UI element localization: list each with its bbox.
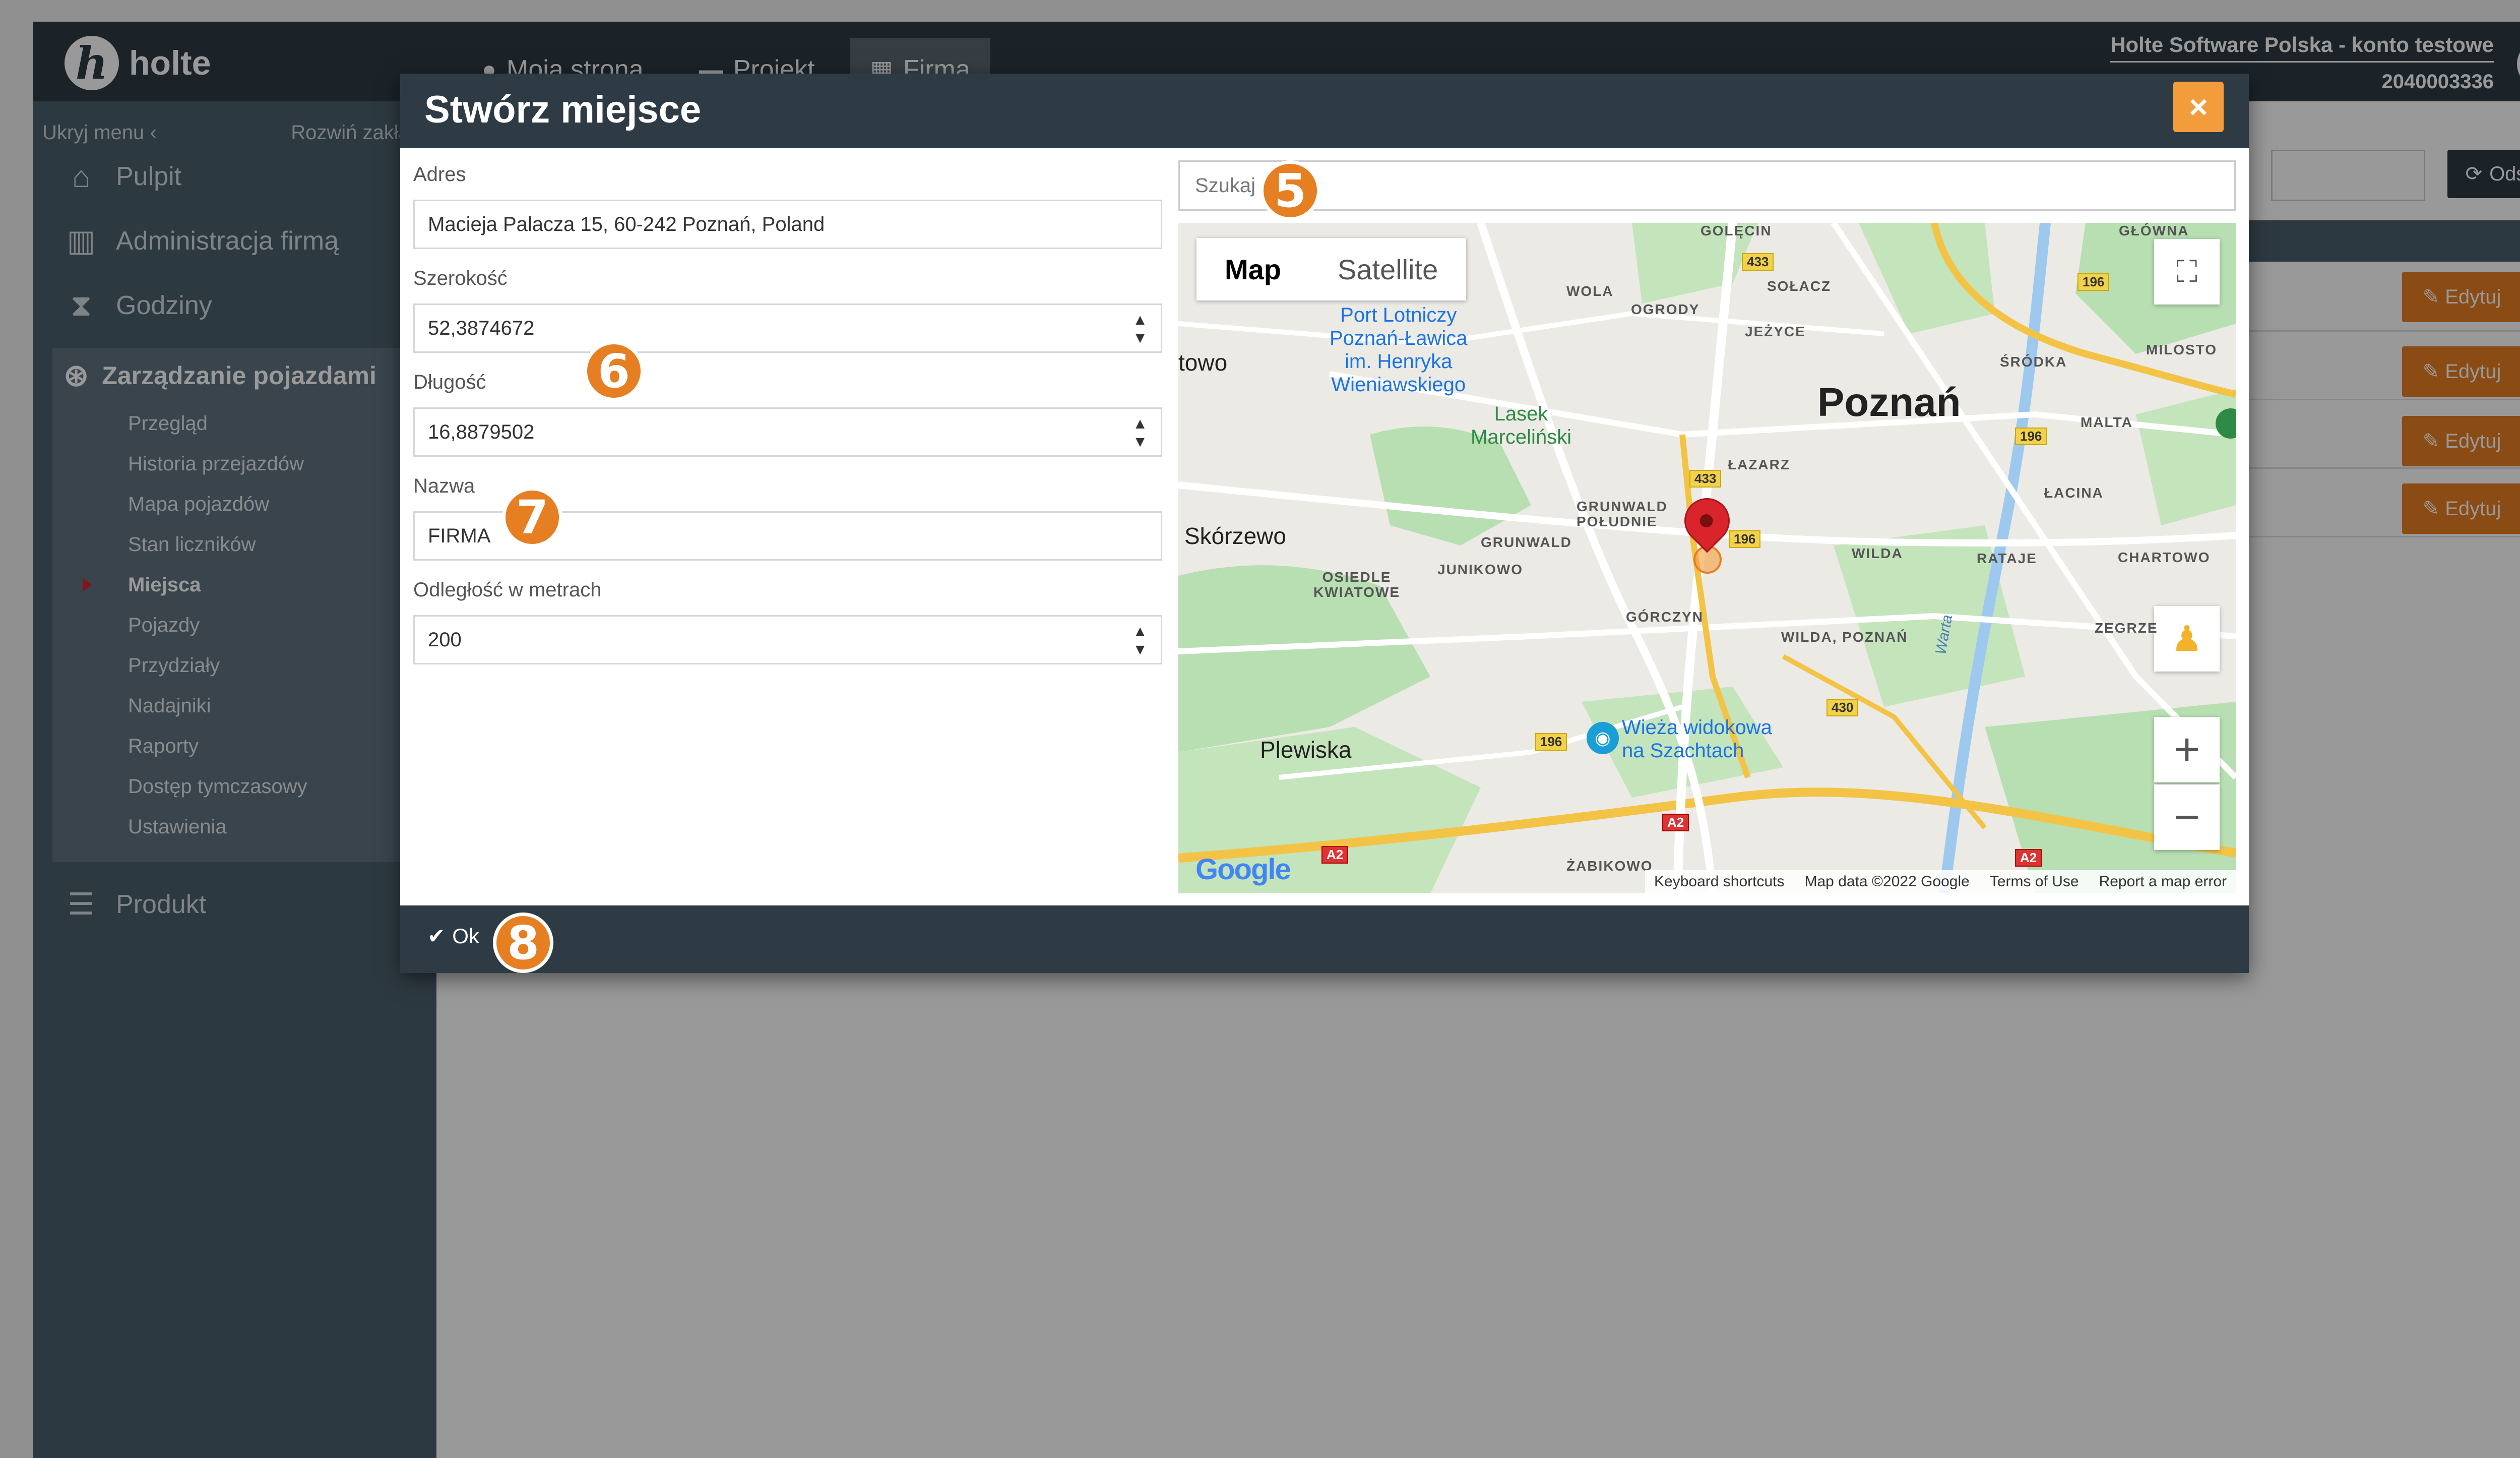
road-badge: 430 <box>1826 699 1859 716</box>
map-label-wola: WOLA <box>1566 283 1614 299</box>
spinner-icon[interactable]: ▲ ▼ <box>1132 311 1148 347</box>
map-label-wilda: WILDA <box>1852 545 1903 561</box>
distance-field[interactable]: 200 ▲ ▼ <box>413 615 1162 664</box>
map-label-rataje: RATAJE <box>1977 551 2037 566</box>
map-label-tower: Wieża widokowa na Szachtach <box>1622 716 1772 762</box>
map-label-zegrze: ZEGRZE <box>2095 620 2158 636</box>
map-label-towo: towo <box>1178 349 1228 376</box>
map-attribution: Keyboard shortcuts Map data ©2022 Google… <box>1645 870 2236 893</box>
map-label-lacina: ŁACINA <box>2044 485 2104 501</box>
map-label-milosto: MILOSTO <box>2146 342 2218 357</box>
keyboard-shortcuts-link[interactable]: Keyboard shortcuts <box>1654 873 1784 890</box>
road-badge: 196 <box>1535 733 1567 751</box>
terms-of-use-link[interactable]: Terms of Use <box>1990 873 2079 890</box>
map-search-input[interactable]: Szukaj <box>1178 160 2236 211</box>
map-label-chartowo: CHARTOWO <box>2118 550 2211 565</box>
map-label-poznan: Poznań <box>1817 380 1961 424</box>
map-label-grunwald: GRUNWALD <box>1481 534 1572 550</box>
map-label-wilda-poznan: WILDA, POZNAŃ <box>1781 629 1908 645</box>
road-badge: 433 <box>1742 253 1774 271</box>
map-label-skorzewo: Skórzewo <box>1184 523 1286 549</box>
latitude-label: Szerokość <box>413 267 508 289</box>
map-label-airport: Port Lotniczy Poznań-Ławica im. Henryka … <box>1330 304 1468 396</box>
distance-label: Odległość w metrach <box>413 579 602 601</box>
checkmark-icon: ✔ <box>427 924 446 948</box>
map-type-control: Map Satellite <box>1196 238 1467 300</box>
modal-title: Stwórz miejsce <box>424 88 702 131</box>
modal-header: Stwórz miejsce × <box>400 74 2249 148</box>
map-label-grunwald-poludnie: GRUNWALD POŁUDNIE <box>1577 499 1668 529</box>
road-badge: 196 <box>2077 273 2110 291</box>
map-label-junikowo: JUNIKOWO <box>1437 562 1523 577</box>
google-logo: Google <box>1195 853 1291 886</box>
map-type-map-button[interactable]: Map <box>1196 238 1309 300</box>
map-label-zabikowo: ŻABIKOWO <box>1566 858 1653 874</box>
spinner-icon[interactable]: ▲ ▼ <box>1132 415 1148 451</box>
longitude-field[interactable]: 16,8879502 ▲ ▼ <box>413 407 1162 457</box>
close-icon[interactable]: × <box>2173 82 2224 132</box>
step-badge-6: 6 <box>584 341 644 401</box>
road-badge-a2: A2 <box>1321 846 1349 864</box>
street-view-pegman-icon[interactable]: ♟ <box>2154 606 2220 672</box>
map-label-malta: MALTA <box>2081 414 2133 430</box>
road-badge-a2: A2 <box>2015 849 2042 867</box>
map-label-solacz: SOŁACZ <box>1767 278 1832 294</box>
map-label-lasek: Lasek Marceliński <box>1471 403 1572 448</box>
map-label-gorczyn: GÓRCZYN <box>1626 609 1704 625</box>
camera-pin-icon[interactable]: ◉ <box>1587 722 1619 754</box>
step-badge-8: 8 <box>493 913 553 973</box>
road-badge-a2: A2 <box>1662 814 1689 831</box>
longitude-label: Długość <box>413 371 486 393</box>
address-label: Adres <box>413 163 466 186</box>
map-label-plewiska: Plewiska <box>1260 737 1352 763</box>
modal-body: Adres Macieja Palacza 15, 60-242 Poznań,… <box>400 148 2249 893</box>
create-place-modal: Stwórz miejsce × Adres Macieja Palacza 1… <box>400 74 2249 973</box>
map-label-osiedle-kwiatowe: OSIEDLE KWIATOWE <box>1313 569 1401 600</box>
map-data-text: Map data ©2022 Google <box>1804 873 1970 890</box>
place-form: Adres Macieja Palacza 15, 60-242 Poznań,… <box>413 148 1162 664</box>
map-label-glowna: GŁÓWNA <box>2119 223 2189 238</box>
step-badge-5: 5 <box>1260 160 1320 221</box>
zoom-out-icon[interactable]: − <box>2154 784 2220 850</box>
latitude-field[interactable]: 52,3874672 ▲ ▼ <box>413 303 1162 353</box>
map-type-satellite-button[interactable]: Satellite <box>1309 238 1466 300</box>
map[interactable]: Map Satellite ⛶ ♟ + − Poznań Port Lotnic… <box>1178 223 2236 893</box>
map-label-jezyce: JEŻYCE <box>1745 324 1806 339</box>
step-badge-7: 7 <box>502 487 562 548</box>
map-label-ogrody: OGRODY <box>1631 301 1700 317</box>
map-label-golecin: GOLĘCIN <box>1700 223 1772 238</box>
modal-footer: ✔ Ok <box>400 905 2249 973</box>
road-badge: 433 <box>1689 470 1722 488</box>
fullscreen-icon[interactable]: ⛶ <box>2154 239 2220 305</box>
map-label-lazarz: ŁAZARZ <box>1728 457 1790 472</box>
zoom-in-icon[interactable]: + <box>2154 717 2220 782</box>
map-label-srodka: ŚRÓDKA <box>2000 354 2067 370</box>
ok-button[interactable]: ✔ Ok <box>427 924 479 948</box>
spinner-icon[interactable]: ▲ ▼ <box>1132 623 1148 659</box>
road-badge: 196 <box>1729 530 1761 548</box>
road-badge: 196 <box>2015 428 2047 445</box>
report-map-error-link[interactable]: Report a map error <box>2099 873 2227 890</box>
address-field[interactable]: Macieja Palacza 15, 60-242 Poznań, Polan… <box>413 200 1162 249</box>
